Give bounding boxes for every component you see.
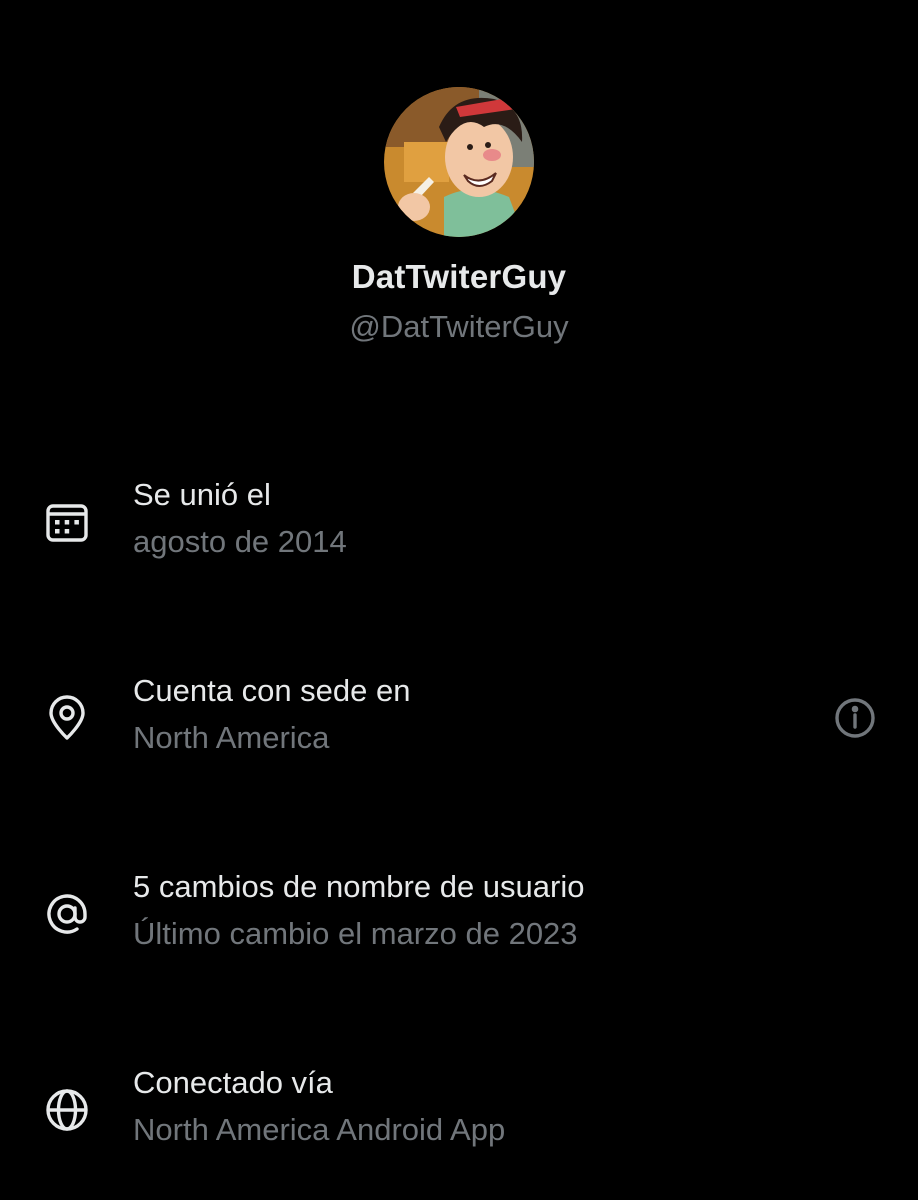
info-row-joined: Se unió el agosto de 2014 xyxy=(0,477,918,587)
profile-avatar[interactable] xyxy=(384,87,534,237)
username-last-change: Último cambio el marzo de 2023 xyxy=(133,916,578,951)
joined-date: agosto de 2014 xyxy=(133,524,347,559)
calendar-icon xyxy=(42,498,92,548)
profile-display-name: DatTwiterGuy xyxy=(351,258,567,295)
connected-via-value: North America Android App xyxy=(133,1112,506,1147)
profile-handle: @DatTwiterGuy xyxy=(349,309,569,344)
info-icon[interactable] xyxy=(832,695,878,741)
connected-via-label: Conectado vía xyxy=(133,1065,333,1100)
location-value: North America xyxy=(133,720,330,755)
info-row-connected-via: Conectado vía North America Android App xyxy=(0,1065,918,1175)
info-row-username-changes: 5 cambios de nombre de usuario Último ca… xyxy=(0,869,918,979)
globe-icon xyxy=(42,1085,92,1135)
at-sign-icon xyxy=(42,889,92,939)
info-row-location: Cuenta con sede en North America xyxy=(0,673,918,783)
joined-label: Se unió el xyxy=(133,477,271,512)
location-pin-icon xyxy=(42,693,92,743)
location-label: Cuenta con sede en xyxy=(133,673,411,708)
username-changes-label: 5 cambios de nombre de usuario xyxy=(133,869,585,904)
avatar-image xyxy=(384,87,534,237)
